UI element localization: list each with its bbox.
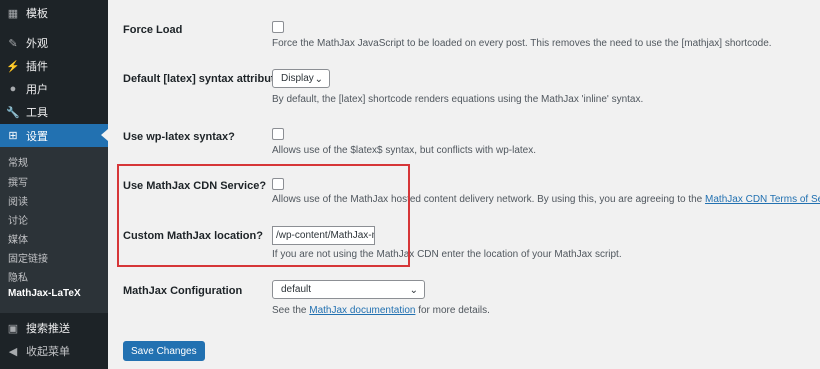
force-load-description: Force the MathJax JavaScript to be loade… [272,38,772,49]
collapse-menu-button[interactable]: ◀ 收起菜单 [0,340,108,362]
brush-icon: ✎ [8,37,18,50]
settings-submenu: 常规 撰写 阅读 讨论 媒体 固定链接 隐私 MathJax-LaTeX [0,147,108,313]
settings-icon: ⊞ [8,130,18,142]
admin-sidebar: ▦ 模板 ✎ 外观 ⚡ 插件 ● 用户 🔧 工具 ⊞ 设置 常规 撰写 阅读 讨… [0,0,108,369]
user-icon: ● [9,83,17,95]
menu-item-plugins[interactable]: ⚡ 插件 [0,55,108,77]
chevron-down-icon: ⌄ [314,74,323,85]
submenu-item-reading[interactable]: 阅读 [8,193,28,208]
menu-item-tools[interactable]: 🔧 工具 [0,101,108,123]
wp-latex-checkbox[interactable] [272,128,284,140]
config-description: See the MathJax documentation for more d… [272,305,490,316]
menu-item-search-push[interactable]: ▣ 搜索推送 [0,317,108,339]
menu-label: 用户 [26,84,48,96]
menu-item-templates[interactable]: ▦ 模板 [0,2,108,24]
mathjax-docs-link[interactable]: MathJax documentation [309,305,415,316]
wp-latex-label: Use wp-latex syntax? [123,131,235,143]
default-latex-label: Default [latex] syntax attribute. [123,73,284,85]
submenu-item-media[interactable]: 媒体 [8,231,28,246]
wp-latex-description: Allows use of the $latex$ syntax, but co… [272,145,537,156]
submenu-item-discussion[interactable]: 讨论 [8,212,28,227]
wrench-icon: 🔧 [6,106,20,119]
config-label: MathJax Configuration [123,285,243,297]
default-latex-select[interactable]: Display ⌄ [272,69,330,88]
chevron-down-icon: ⌄ [409,285,418,296]
cdn-terms-link[interactable]: MathJax CDN Terms of Service [705,194,820,205]
submenu-item-general[interactable]: 常规 [8,154,28,169]
collapse-icon: ◀ [8,345,18,358]
menu-label: 搜索推送 [26,323,70,335]
template-icon: ▦ [7,7,19,20]
config-select[interactable]: default ⌄ [272,280,425,299]
submenu-item-mathjax[interactable]: MathJax-LaTeX [8,288,81,299]
menu-item-appearance[interactable]: ✎ 外观 [0,32,108,54]
highlight-annotation-box [117,164,410,267]
submenu-item-permalinks[interactable]: 固定链接 [8,250,48,265]
default-latex-description: By default, the [latex] shortcode render… [272,94,644,105]
select-value: Display [281,73,314,84]
menu-label: 设置 [26,130,48,143]
search-push-icon: ▣ [7,322,19,335]
config-description-prefix: See the [272,305,310,316]
menu-label: 收起菜单 [26,346,70,358]
submenu-item-privacy[interactable]: 隐私 [8,269,28,284]
menu-label: 外观 [26,38,48,50]
save-changes-button[interactable]: Save Changes [123,341,205,361]
select-value: default [281,284,312,295]
menu-label: 模板 [26,8,48,20]
config-description-suffix: for more details. [415,305,490,316]
menu-item-users[interactable]: ● 用户 [0,78,108,100]
force-load-checkbox[interactable] [272,21,284,33]
menu-label: 工具 [26,107,48,119]
menu-label: 插件 [26,61,48,73]
plugin-icon: ⚡ [6,60,20,73]
menu-item-settings[interactable]: ⊞ 设置 [0,124,108,147]
force-load-label: Force Load [123,24,183,36]
submenu-item-writing[interactable]: 撰写 [8,174,28,189]
